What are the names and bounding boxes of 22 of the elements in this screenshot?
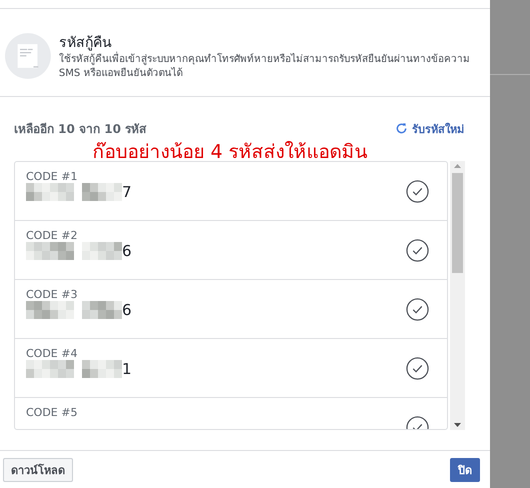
annotation-text: ก๊อบอย่างน้อย 4 รหัสส่งให้แอดมิน bbox=[91, 140, 369, 164]
code-digit: 6 bbox=[122, 301, 132, 319]
section-title: รหัสกู้คืน bbox=[58, 34, 113, 52]
code-label: CODE #4 bbox=[26, 347, 78, 360]
remaining-count: เหลืออีก 10 จาก 10 รหัส bbox=[14, 121, 146, 138]
check-icon bbox=[406, 180, 429, 202]
code-label: CODE #3 bbox=[26, 288, 78, 301]
get-new-codes-link[interactable]: รับรหัสใหม่ bbox=[395, 120, 464, 138]
code-label: CODE #2 bbox=[26, 229, 78, 242]
code-digit: 7 bbox=[122, 183, 132, 201]
check-icon bbox=[406, 298, 429, 320]
description: ใช้รหัสกู้คืนเพื่อเข้าสู่ระบบหากคุณทำโทรศัพท์หายหรือไม่สามารถรับรหัสยืนยันผ่านทางข้อความ SMS หรือแอพยืนยันตัวตนได้ bbox=[58, 53, 484, 81]
code-label: CODE #1 bbox=[26, 170, 78, 183]
check-icon bbox=[406, 356, 429, 380]
code-digit: 6 bbox=[122, 242, 132, 260]
code-digit: 1 bbox=[122, 360, 132, 378]
close-button[interactable]: ปิด bbox=[450, 458, 480, 482]
code-label: CODE #5 bbox=[26, 406, 78, 419]
download-button[interactable]: ดาวน์โหลด bbox=[3, 458, 73, 482]
refresh-icon bbox=[395, 122, 408, 135]
check-icon bbox=[406, 238, 429, 262]
scrollbar[interactable] bbox=[450, 161, 465, 430]
